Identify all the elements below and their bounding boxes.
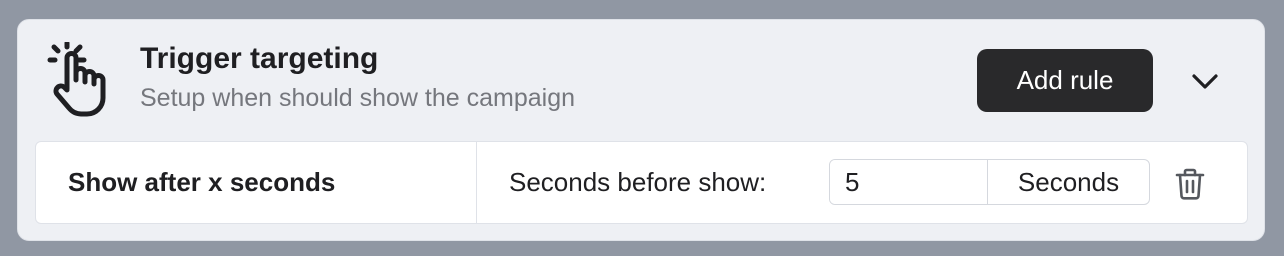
rule-name: Show after x seconds [68,167,336,197]
add-rule-button[interactable]: Add rule [977,49,1153,112]
rule-row: Show after x seconds Seconds before show… [35,141,1248,224]
panel-title: Trigger targeting [140,42,379,75]
trigger-targeting-panel: Trigger targeting Setup when should show… [17,19,1265,241]
tap-hand-icon [46,40,110,118]
seconds-input-group: Seconds [829,159,1150,205]
seconds-before-show-label: Seconds before show: [509,167,767,197]
trash-icon[interactable] [1174,167,1206,201]
panel-subtitle: Setup when should show the campaign [140,84,576,112]
chevron-down-icon[interactable] [1188,64,1222,98]
rule-divider [476,142,477,223]
seconds-unit-label: Seconds [1017,166,1120,197]
seconds-input[interactable] [830,160,988,204]
